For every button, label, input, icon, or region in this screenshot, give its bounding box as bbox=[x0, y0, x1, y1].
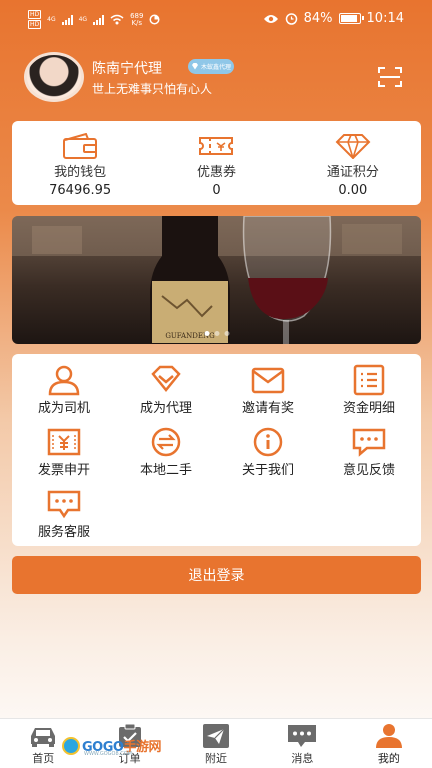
banner-dots bbox=[204, 331, 229, 336]
menu-label: 本地二手 bbox=[139, 463, 192, 478]
watermark-url: WWW.GOGO8.COM bbox=[84, 751, 132, 757]
driver-icon bbox=[48, 365, 80, 396]
menu-item-customer-service[interactable]: 服务客服 bbox=[14, 488, 114, 540]
tab-nearby[interactable]: 附近 bbox=[173, 719, 259, 768]
watermark-logo-icon bbox=[62, 736, 80, 755]
member-badge-text: 木蚁鑫代理 bbox=[200, 64, 231, 71]
service-chat-icon bbox=[47, 490, 81, 519]
menu-item-become-driver[interactable]: 成为司机 bbox=[14, 364, 114, 416]
coupon-label: 优惠券 bbox=[196, 165, 236, 180]
coupon-icon bbox=[199, 137, 234, 155]
status-right: 84% 10:14 bbox=[263, 11, 404, 26]
member-badge: 木蚁鑫代理 bbox=[188, 59, 234, 74]
wallet-item-points[interactable]: 通证积分 0.00 bbox=[285, 121, 421, 205]
user-name: 陈南宁代理 bbox=[92, 61, 162, 77]
net-speed-unit: K/s bbox=[131, 18, 143, 27]
wallet-card: 我的钱包 76496.95 优惠券 0 通证积分 0.00 bbox=[12, 121, 421, 205]
tab-label: 首页 bbox=[32, 752, 55, 765]
invoice-icon bbox=[47, 428, 81, 456]
menu-label: 发票申开 bbox=[37, 463, 90, 478]
banner-dot[interactable] bbox=[224, 331, 229, 336]
wallet-item-balance[interactable]: 我的钱包 76496.95 bbox=[12, 121, 148, 205]
badge-diamond-icon bbox=[191, 63, 198, 70]
menu-item-invite[interactable]: 邀请有奖 bbox=[218, 364, 318, 416]
clock-time: 10:14 bbox=[366, 11, 404, 26]
menu-item-funds[interactable]: 资金明细 bbox=[319, 364, 419, 416]
battery-percent: 84% bbox=[303, 11, 333, 26]
points-value: 0.00 bbox=[338, 183, 368, 198]
menu-item-about[interactable]: 关于我们 bbox=[218, 426, 318, 478]
diamond-icon bbox=[335, 134, 371, 159]
network2-label: 4G bbox=[78, 16, 88, 23]
promo-banner[interactable]: GUFANDENG bbox=[12, 216, 421, 344]
tab-messages[interactable]: 消息 bbox=[259, 719, 345, 768]
tab-label: 我的 bbox=[377, 752, 400, 765]
logout-button[interactable]: 退出登录 bbox=[12, 556, 421, 594]
menu-label: 服务客服 bbox=[37, 525, 90, 540]
sim1-badge: HD bbox=[28, 10, 42, 19]
signal2-icon bbox=[93, 14, 105, 25]
message-icon bbox=[288, 725, 317, 747]
wallet-value: 76496.95 bbox=[49, 183, 112, 198]
user-icon bbox=[375, 724, 402, 748]
menu-item-invoice[interactable]: 发票申开 bbox=[14, 426, 114, 478]
tab-label: 附近 bbox=[205, 752, 228, 765]
menu-label: 资金明细 bbox=[342, 401, 395, 416]
menu-label: 关于我们 bbox=[241, 463, 294, 478]
menu-label: 邀请有奖 bbox=[241, 401, 294, 416]
function-menu: 成为司机 成为代理 邀请有奖 资金明细 发票申开 本地二手 关于我们 意见反馈 … bbox=[12, 354, 421, 546]
tab-mine[interactable]: 我的 bbox=[346, 719, 432, 768]
tab-label: 消息 bbox=[291, 752, 314, 765]
status-bar: HD HD 4G 4G 689 K/s 84% 10:14 bbox=[0, 0, 432, 36]
wine-banner-image: GUFANDENG bbox=[12, 216, 421, 344]
wifi-icon bbox=[110, 14, 124, 25]
scan-icon[interactable] bbox=[378, 66, 402, 88]
menu-label: 成为代理 bbox=[139, 401, 192, 416]
sim-indicators: HD HD bbox=[28, 10, 42, 29]
eye-icon bbox=[263, 14, 278, 23]
site-watermark: GOGO手游网 WWW.GOGO8.COM bbox=[62, 736, 161, 757]
banner-dot[interactable] bbox=[214, 331, 219, 336]
agent-icon bbox=[151, 365, 181, 392]
wallet-icon bbox=[63, 133, 98, 159]
menu-label: 意见反馈 bbox=[342, 463, 395, 478]
alarm-icon bbox=[285, 13, 297, 25]
coupon-value: 0 bbox=[212, 183, 221, 198]
menu-item-local-secondhand[interactable]: 本地二手 bbox=[116, 426, 216, 478]
car-icon bbox=[31, 728, 56, 747]
signal1-icon bbox=[61, 14, 73, 25]
battery-icon bbox=[338, 13, 364, 24]
menu-item-become-agent[interactable]: 成为代理 bbox=[116, 364, 216, 416]
status-left: HD HD 4G 4G 689 K/s bbox=[28, 10, 160, 29]
avatar[interactable] bbox=[24, 52, 84, 102]
funds-list-icon bbox=[353, 364, 385, 396]
menu-label: 成为司机 bbox=[37, 401, 90, 416]
sim2-badge: HD bbox=[28, 20, 42, 29]
wallet-item-coupon[interactable]: 优惠券 0 bbox=[148, 121, 284, 205]
exchange-icon bbox=[151, 427, 181, 457]
wallet-label: 我的钱包 bbox=[54, 165, 107, 180]
points-label: 通证积分 bbox=[326, 165, 379, 180]
invite-mail-icon bbox=[251, 367, 285, 394]
user-motto: 世上无难事只怕有心人 bbox=[92, 82, 213, 96]
app-notification-icon bbox=[149, 14, 160, 25]
info-icon bbox=[253, 427, 283, 457]
feedback-icon bbox=[352, 428, 386, 457]
network1-label: 4G bbox=[47, 16, 56, 23]
banner-dot[interactable] bbox=[204, 331, 209, 336]
net-speed: 689 K/s bbox=[130, 12, 143, 27]
send-icon bbox=[203, 724, 230, 748]
menu-item-feedback[interactable]: 意见反馈 bbox=[319, 426, 419, 478]
